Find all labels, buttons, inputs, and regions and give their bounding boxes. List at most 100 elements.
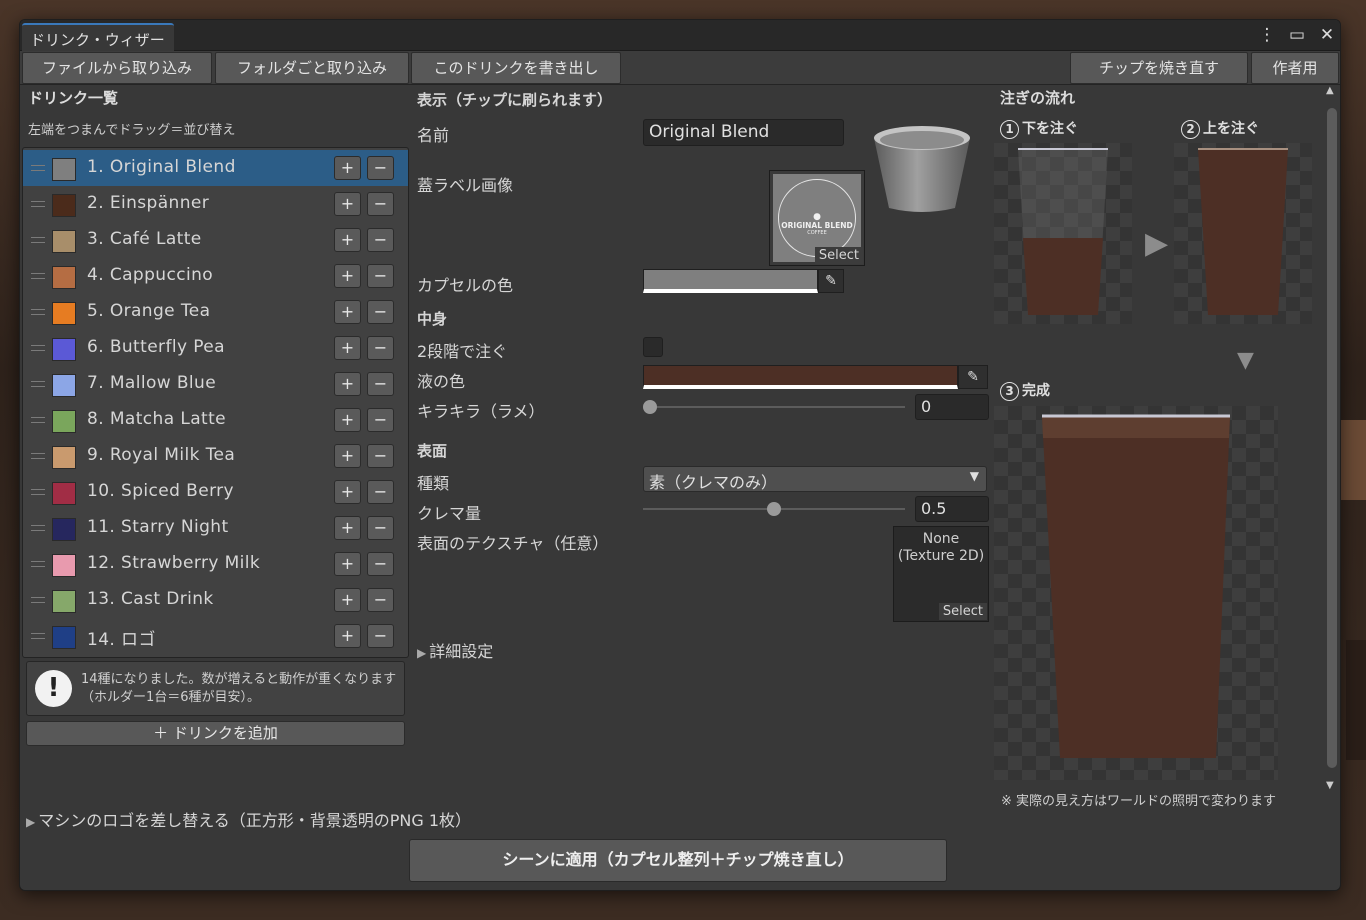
add-button[interactable]: +: [334, 264, 361, 288]
list-item[interactable]: 3. Café Latte + −: [23, 222, 408, 258]
close-icon[interactable]: ✕: [1318, 25, 1336, 45]
remove-button[interactable]: −: [367, 192, 394, 216]
glitter-slider-knob[interactable]: [643, 400, 657, 414]
list-item[interactable]: 10. Spiced Berry + −: [23, 474, 408, 510]
list-item[interactable]: 13. Cast Drink + −: [23, 582, 408, 618]
import-file-button[interactable]: ファイルから取り込み: [22, 52, 212, 84]
list-item[interactable]: 2. Einspänner + −: [23, 186, 408, 222]
remove-button[interactable]: −: [367, 624, 394, 648]
author-only-button[interactable]: 作者用: [1251, 52, 1339, 84]
drag-handle-icon[interactable]: [31, 381, 45, 387]
step3-number: 3: [1000, 382, 1019, 401]
rebake-chips-button[interactable]: チップを焼き直す: [1070, 52, 1248, 84]
liquid-color-field[interactable]: [643, 365, 958, 389]
glitter-slider-track[interactable]: [643, 406, 905, 408]
drag-handle-icon[interactable]: [31, 453, 45, 459]
list-item[interactable]: 6. Butterfly Pea + −: [23, 330, 408, 366]
apply-to-scene-button[interactable]: シーンに適用（カプセル整列＋チップ焼き直し）: [409, 839, 947, 882]
maximize-icon[interactable]: ▭: [1288, 25, 1306, 45]
remove-button[interactable]: −: [367, 372, 394, 396]
scrollbar[interactable]: ▲ ▼: [1325, 85, 1339, 794]
add-button[interactable]: +: [334, 156, 361, 180]
name-field[interactable]: Original Blend: [643, 119, 844, 146]
add-button[interactable]: +: [334, 444, 361, 468]
list-item[interactable]: 4. Cappuccino + −: [23, 258, 408, 294]
remove-button[interactable]: −: [367, 444, 394, 468]
more-options-icon[interactable]: ⋮: [1258, 25, 1276, 45]
capsule-color-field[interactable]: [643, 269, 818, 293]
scrollbar-thumb[interactable]: [1327, 108, 1337, 768]
logo-replace-foldout[interactable]: ▶ マシンのロゴを差し替える（正方形・背景透明のPNG 1枚）: [26, 807, 471, 831]
drag-handle-icon[interactable]: [31, 633, 45, 639]
scroll-down-icon[interactable]: ▼: [1326, 780, 1334, 791]
advanced-foldout[interactable]: ▶ 詳細設定: [417, 638, 493, 662]
add-button[interactable]: +: [334, 408, 361, 432]
surface-type-dropdown[interactable]: 素（クレマのみ） ▼: [643, 466, 987, 492]
remove-button[interactable]: −: [367, 156, 394, 180]
drag-handle-icon[interactable]: [31, 273, 45, 279]
add-button[interactable]: +: [334, 336, 361, 360]
crema-slider-knob[interactable]: [767, 502, 781, 516]
list-item[interactable]: 8. Matcha Latte + −: [23, 402, 408, 438]
remove-button[interactable]: −: [367, 588, 394, 612]
add-button[interactable]: +: [334, 516, 361, 540]
scroll-up-icon[interactable]: ▲: [1326, 85, 1334, 96]
lid-image-picker[interactable]: ● ORIGINAL BLEND COFFEE Select: [769, 170, 865, 266]
list-item[interactable]: 1. Original Blend + −: [23, 150, 408, 186]
remove-button[interactable]: −: [367, 228, 394, 252]
add-button[interactable]: +: [334, 624, 361, 648]
export-drink-button[interactable]: このドリンクを書き出し: [411, 52, 621, 84]
capsule-color-label: カプセルの色: [417, 276, 514, 295]
texture-picker[interactable]: None (Texture 2D) Select: [893, 526, 989, 622]
remove-button[interactable]: −: [367, 300, 394, 324]
add-button[interactable]: +: [334, 228, 361, 252]
glitter-value-field[interactable]: 0: [915, 394, 989, 420]
add-drink-button[interactable]: ＋ ドリンクを追加: [26, 721, 405, 746]
window-tab[interactable]: ドリンク・ウィザード: [22, 23, 174, 70]
remove-button[interactable]: −: [367, 336, 394, 360]
remove-button[interactable]: −: [367, 408, 394, 432]
texture-select-button[interactable]: Select: [938, 603, 987, 620]
drag-handle-icon[interactable]: [31, 561, 45, 567]
title-bar: ドリンク・ウィザード ⋮ ▭ ✕: [20, 20, 1340, 70]
cup-bottom-pour-icon: [1018, 148, 1108, 315]
list-item[interactable]: 12. Strawberry Milk + −: [23, 546, 408, 582]
drink-color-swatch: [52, 590, 76, 613]
drink-name: 12. Strawberry Milk: [87, 553, 261, 573]
add-button[interactable]: +: [334, 192, 361, 216]
drink-name: 14. ロゴ: [87, 630, 156, 650]
list-item[interactable]: 9. Royal Milk Tea + −: [23, 438, 408, 474]
list-item[interactable]: 14. ロゴ + −: [23, 618, 408, 654]
remove-button[interactable]: −: [367, 516, 394, 540]
lighting-note: ※ 実際の見え方はワールドの照明で変わります: [1001, 794, 1277, 809]
add-button[interactable]: +: [334, 300, 361, 324]
drink-name: 8. Matcha Latte: [87, 409, 226, 429]
add-button[interactable]: +: [334, 588, 361, 612]
list-item[interactable]: 5. Orange Tea + −: [23, 294, 408, 330]
add-button[interactable]: +: [334, 480, 361, 504]
drag-handle-icon[interactable]: [31, 597, 45, 603]
two-stage-checkbox[interactable]: [643, 337, 663, 357]
list-item[interactable]: 7. Mallow Blue + −: [23, 366, 408, 402]
drag-handle-icon[interactable]: [31, 237, 45, 243]
eyedropper-icon[interactable]: ✎: [818, 269, 844, 293]
lid-select-button[interactable]: Select: [814, 247, 863, 264]
drag-handle-icon[interactable]: [31, 165, 45, 171]
list-item[interactable]: 11. Starry Night + −: [23, 510, 408, 546]
drag-handle-icon[interactable]: [31, 525, 45, 531]
eyedropper-icon[interactable]: ✎: [958, 365, 988, 389]
drag-handle-icon[interactable]: [31, 345, 45, 351]
add-button[interactable]: +: [334, 552, 361, 576]
import-folder-button[interactable]: フォルダごと取り込み: [215, 52, 409, 84]
remove-button[interactable]: −: [367, 552, 394, 576]
drag-handle-icon[interactable]: [31, 489, 45, 495]
remove-button[interactable]: −: [367, 264, 394, 288]
drag-handle-icon[interactable]: [31, 201, 45, 207]
crema-value-field[interactable]: 0.5: [915, 496, 989, 522]
drag-handle-icon[interactable]: [31, 309, 45, 315]
drink-list-hint: 左端をつまんでドラッグ＝並び替え: [28, 123, 236, 138]
drag-handle-icon[interactable]: [31, 417, 45, 423]
remove-button[interactable]: −: [367, 480, 394, 504]
add-button[interactable]: +: [334, 372, 361, 396]
liquid-color-label: 液の色: [417, 372, 466, 391]
